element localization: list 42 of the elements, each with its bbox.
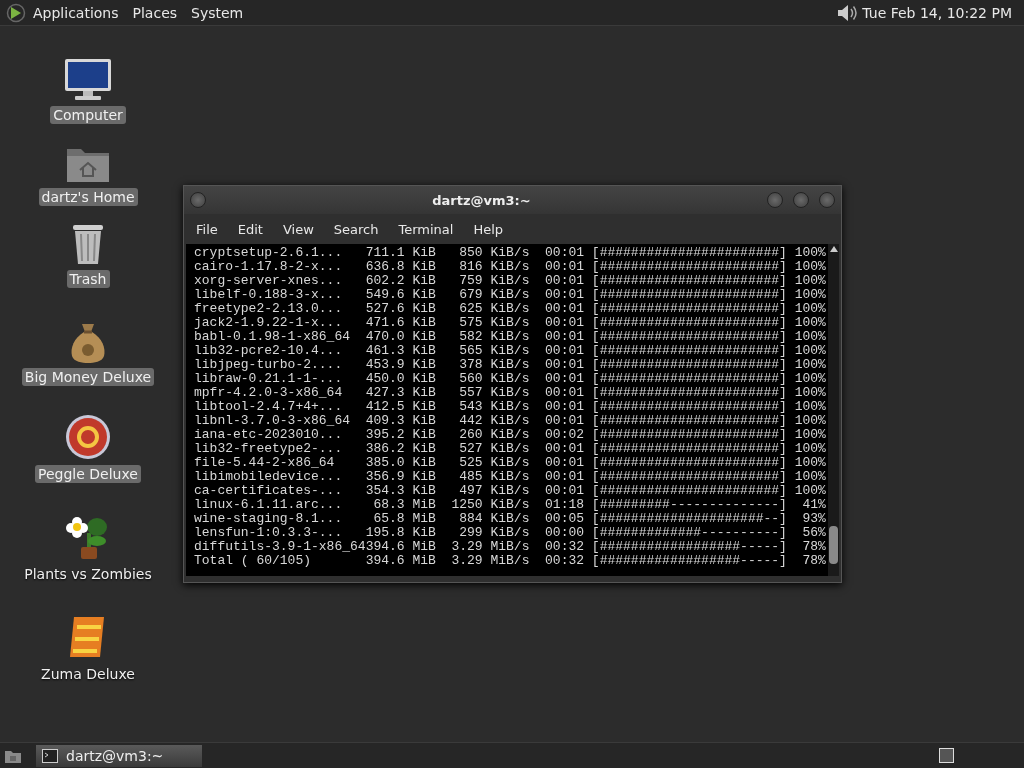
terminal-line: linux-6.1.11.arc... 68.3 MiB 1250 KiB/s 01:18 [#########--------------] 41%: [194, 498, 827, 512]
terminal-line: babl-0.1.98-1-x86_64 470.0 KiB 582 KiB/s 00:01 [#######################] 100%: [194, 330, 827, 344]
terminal-line: xorg-server-xnes... 602.2 KiB 759 KiB/s 00:01 [#######################] 100%: [194, 274, 827, 288]
icon-label[interactable]: Trash: [66, 270, 110, 288]
icon-label[interactable]: dartz's Home: [38, 188, 138, 206]
terminal-line: Total ( 60/105) 394.6 MiB 3.29 MiB/s 00:32 [##################-----] 78%: [194, 554, 827, 568]
terminal-line: cairo-1.17.8-2-x... 636.8 KiB 816 KiB/s 00:01 [#######################] 100%: [194, 260, 827, 274]
icon-label[interactable]: Plants vs Zombies: [21, 565, 155, 583]
icon-label[interactable]: Computer: [50, 106, 126, 124]
terminal-line: libraw-0.21.1-1-... 450.0 KiB 560 KiB/s 00:01 [#######################] 100%: [194, 372, 827, 386]
terminal-line: diffutils-3.9-1-x86_64394.6 MiB 3.29 MiB/s 00:32 [##################-----] 78%: [194, 540, 827, 554]
menu-item[interactable]: File: [186, 221, 228, 237]
terminal-line: lib32-freetype2-... 386.2 KiB 527 KiB/s 00:01 [#######################] 100%: [194, 442, 827, 456]
terminal-line: mpfr-4.2.0-3-x86_64 427.3 KiB 557 KiB/s 00:01 [#######################] 100%: [194, 386, 827, 400]
terminal-line: libnl-3.7.0-3-x86_64 409.3 KiB 442 KiB/s 00:01 [#######################] 100%: [194, 414, 827, 428]
terminal-line: freetype2-2.13.0... 527.6 KiB 625 KiB/s 00:01 [#######################] 100%: [194, 302, 827, 316]
icon-label[interactable]: Big Money Deluxe: [21, 368, 155, 386]
menu-item[interactable]: Terminal: [388, 221, 464, 237]
window-title: dartz@vm3:~: [431, 192, 532, 208]
panel-menu[interactable]: Applications: [26, 4, 126, 21]
terminal-line: lib32-pcre2-10.4... 461.3 KiB 565 KiB/s 00:01 [#######################] 100%: [194, 344, 827, 358]
panel-menu[interactable]: System: [184, 4, 251, 21]
menu-item[interactable]: View: [272, 221, 324, 237]
terminal-line: file-5.44-2-x86_64 385.0 KiB 525 KiB/s 00:01 [#######################] 100%: [194, 456, 827, 470]
terminal-line: ca-certificates-... 354.3 KiB 497 KiB/s 00:01 [#######################] 100%: [194, 484, 827, 498]
menu-item[interactable]: Edit: [227, 221, 273, 237]
terminal-line: wine-staging-8.1... 65.8 MiB 884 KiB/s 00:05 [#####################--] 93%: [194, 512, 827, 526]
task-button[interactable]: dartz@vm3:~: [36, 744, 202, 767]
terminal-line: cryptsetup-2.6.1... 711.1 KiB 850 KiB/s 00:01 [#######################] 100%: [194, 246, 827, 260]
menu-item[interactable]: Search: [323, 221, 389, 237]
clock[interactable]: Tue Feb 14, 10:22 PM: [858, 4, 1018, 21]
terminal-line: jack2-1.9.22-1-x... 471.6 KiB 575 KiB/s 00:01 [#######################] 100%: [194, 316, 827, 330]
terminal-line: libjpeg-turbo-2.... 453.9 KiB 378 KiB/s 00:01 [#######################] 100%: [194, 358, 827, 372]
terminal-line: iana-etc-2023010... 395.2 KiB 260 KiB/s 00:02 [#######################] 100%: [194, 428, 827, 442]
terminal-line: libimobiledevice... 356.9 KiB 485 KiB/s 00:01 [#######################] 100%: [194, 470, 827, 484]
terminal-line: libtool-2.4.7+4+... 412.5 KiB 543 KiB/s 00:01 [#######################] 100%: [194, 400, 827, 414]
icon-label[interactable]: Zuma Deluxe: [38, 665, 138, 683]
menu-item[interactable]: Help: [463, 221, 514, 237]
panel-menu[interactable]: Places: [125, 4, 185, 21]
icon-label[interactable]: Peggle Deluxe: [35, 465, 141, 483]
terminal-line: libelf-0.188-3-x... 549.6 KiB 679 KiB/s 00:01 [#######################] 100%: [194, 288, 827, 302]
terminal-line: lensfun-1:0.3.3-... 195.8 KiB 299 KiB/s 00:00 [#############----------] 56%: [194, 526, 827, 540]
